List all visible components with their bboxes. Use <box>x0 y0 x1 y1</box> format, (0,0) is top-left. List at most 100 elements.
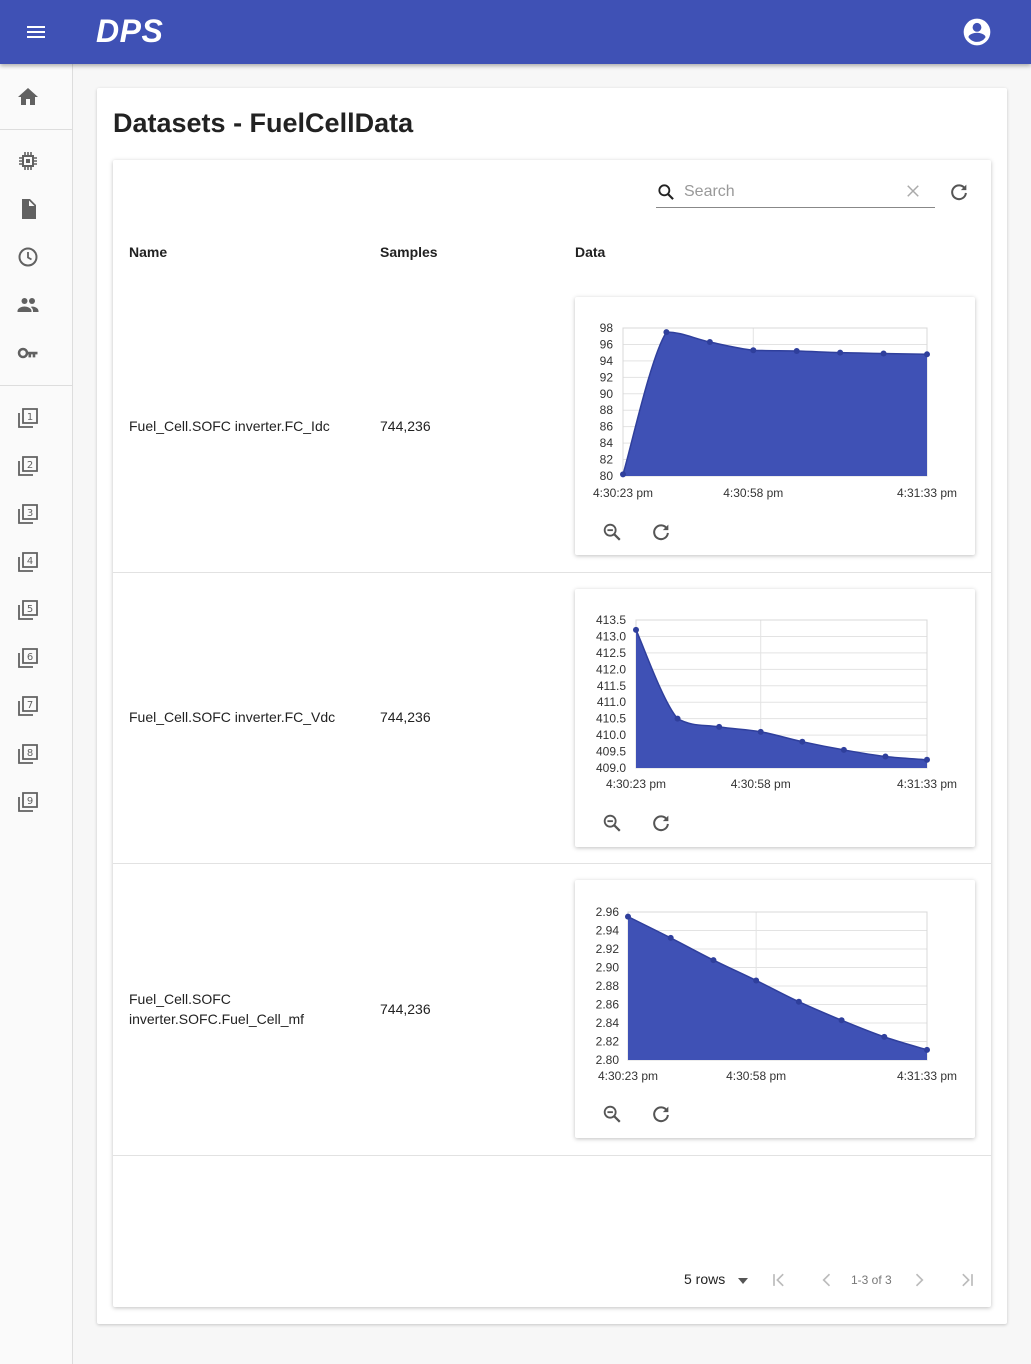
svg-text:2: 2 <box>27 460 33 471</box>
data-point[interactable] <box>881 1033 888 1040</box>
y-tick-label: 88 <box>600 403 614 417</box>
y-tick-label: 2.90 <box>596 961 620 975</box>
key-icon[interactable] <box>16 341 40 365</box>
dataset-name-line: Fuel_Cell.SOFC <box>129 991 231 1007</box>
home-icon[interactable] <box>16 85 40 109</box>
x-tick-label: 4:30:23 pm <box>598 1069 658 1083</box>
search-input[interactable] <box>684 180 894 204</box>
y-tick-label: 410.5 <box>596 712 626 726</box>
x-tick-label: 4:31:33 pm <box>897 1069 957 1083</box>
file-icon[interactable] <box>16 197 40 221</box>
close-icon[interactable] <box>904 182 922 200</box>
reset-icon[interactable] <box>650 1103 672 1125</box>
clock-icon[interactable] <box>16 245 40 269</box>
search-icon <box>658 184 674 200</box>
zoom-out-icon[interactable] <box>601 1103 623 1125</box>
chip-icon[interactable] <box>16 149 40 173</box>
data-point[interactable] <box>799 738 806 745</box>
y-tick-label: 2.94 <box>596 924 620 938</box>
refresh-icon[interactable] <box>948 181 970 203</box>
y-tick-label: 2.88 <box>596 979 620 993</box>
data-point[interactable] <box>793 348 800 355</box>
chart-card: 98 96 94 92 90 88 86 84 82 80 4:30:23 pm 4:30:58 pm… <box>575 297 975 555</box>
x-tick-label: 4:31:33 pm <box>897 777 957 791</box>
filter-7-icon[interactable]: 7 <box>16 694 40 718</box>
svg-text:6: 6 <box>27 652 33 663</box>
sidebar-divider <box>0 385 72 386</box>
data-point[interactable] <box>633 626 639 633</box>
row-divider <box>113 1155 991 1156</box>
data-point[interactable] <box>924 351 930 358</box>
column-header-samples[interactable]: Samples <box>380 244 438 260</box>
chart-card: 2.96 2.94 2.92 2.90 2.88 2.86 2.84 2.82 2.80 4:30… <box>575 880 975 1138</box>
zoom-out-icon[interactable] <box>601 521 623 543</box>
y-tick-label: 412.0 <box>596 662 626 676</box>
filter-5-icon[interactable]: 5 <box>16 598 40 622</box>
y-tick-label: 409.0 <box>596 761 626 775</box>
previous-page-icon[interactable] <box>817 1270 837 1290</box>
column-header-name[interactable]: Name <box>129 244 167 260</box>
filter-9-icon[interactable]: 9 <box>16 790 40 814</box>
data-point[interactable] <box>663 329 670 336</box>
y-tick-label: 2.82 <box>596 1035 620 1049</box>
first-page-icon[interactable] <box>769 1270 789 1290</box>
pagination-range: 1-3 of 3 <box>851 1273 892 1287</box>
menu-icon[interactable] <box>24 20 48 44</box>
column-header-data[interactable]: Data <box>575 244 605 260</box>
dataset-samples: 744,236 <box>380 709 431 725</box>
area-chart[interactable]: 98 96 94 92 90 88 86 84 82 80 4:30:23 pm 4:30:58 pm… <box>575 297 975 507</box>
reset-icon[interactable] <box>650 812 672 834</box>
data-point[interactable] <box>837 349 844 356</box>
data-point[interactable] <box>880 350 887 357</box>
data-point[interactable] <box>757 728 764 735</box>
sidebar: 1 2 3 4 5 6 7 8 9 <box>0 64 73 1364</box>
data-point[interactable] <box>924 756 930 763</box>
filter-4-icon[interactable]: 4 <box>16 550 40 574</box>
svg-text:5: 5 <box>27 604 33 615</box>
data-point[interactable] <box>625 913 631 920</box>
search-bar <box>656 176 935 208</box>
filter-3-icon[interactable]: 3 <box>16 502 40 526</box>
y-tick-label: 413.0 <box>596 629 626 643</box>
data-point[interactable] <box>750 347 757 354</box>
filter-2-icon[interactable]: 2 <box>16 454 40 478</box>
y-tick-label: 86 <box>600 420 614 434</box>
y-tick-label: 90 <box>600 387 614 401</box>
data-point[interactable] <box>667 934 674 941</box>
filter-8-icon[interactable]: 8 <box>16 742 40 766</box>
next-page-icon[interactable] <box>909 1270 929 1290</box>
data-point[interactable] <box>882 753 889 760</box>
data-point[interactable] <box>620 471 626 478</box>
last-page-icon[interactable] <box>957 1270 977 1290</box>
y-tick-label: 2.92 <box>596 942 620 956</box>
data-point[interactable] <box>710 957 717 964</box>
row-divider <box>113 863 991 864</box>
data-point[interactable] <box>716 723 723 730</box>
filter-1-icon[interactable]: 1 <box>16 406 40 430</box>
data-point[interactable] <box>838 1017 845 1024</box>
y-tick-label: 80 <box>600 469 614 483</box>
people-icon[interactable] <box>16 293 40 317</box>
y-tick-label: 92 <box>600 370 614 384</box>
data-point[interactable] <box>924 1046 930 1053</box>
filter-6-icon[interactable]: 6 <box>16 646 40 670</box>
data-point[interactable] <box>674 715 681 722</box>
dataset-samples: 744,236 <box>380 1001 431 1017</box>
area-chart[interactable]: 2.96 2.94 2.92 2.90 2.88 2.86 2.84 2.82 2.80 4:30… <box>575 880 975 1090</box>
chart-card: 413.5 413.0 412.5 412.0 411.5 411.0 410.5 410.0… <box>575 589 975 847</box>
data-point[interactable] <box>840 746 847 753</box>
row-divider <box>113 572 991 573</box>
app-logo[interactable]: DPS <box>96 13 163 50</box>
x-tick-label: 4:30:58 pm <box>723 486 783 500</box>
reset-icon[interactable] <box>650 521 672 543</box>
rows-per-page-select[interactable]: 5 rows <box>684 1271 725 1287</box>
data-point[interactable] <box>706 338 713 345</box>
dataset-name-line: inverter.SOFC.Fuel_Cell_mf <box>129 1011 305 1027</box>
x-tick-label: 4:30:58 pm <box>726 1069 786 1083</box>
area-chart[interactable]: 413.5 413.0 412.5 412.0 411.5 411.0 410.5 410.0… <box>575 589 975 799</box>
chevron-down-icon[interactable] <box>736 1275 750 1287</box>
data-point[interactable] <box>795 998 802 1005</box>
zoom-out-icon[interactable] <box>601 812 623 834</box>
account-circle-icon[interactable] <box>961 16 993 48</box>
data-point[interactable] <box>753 977 760 984</box>
